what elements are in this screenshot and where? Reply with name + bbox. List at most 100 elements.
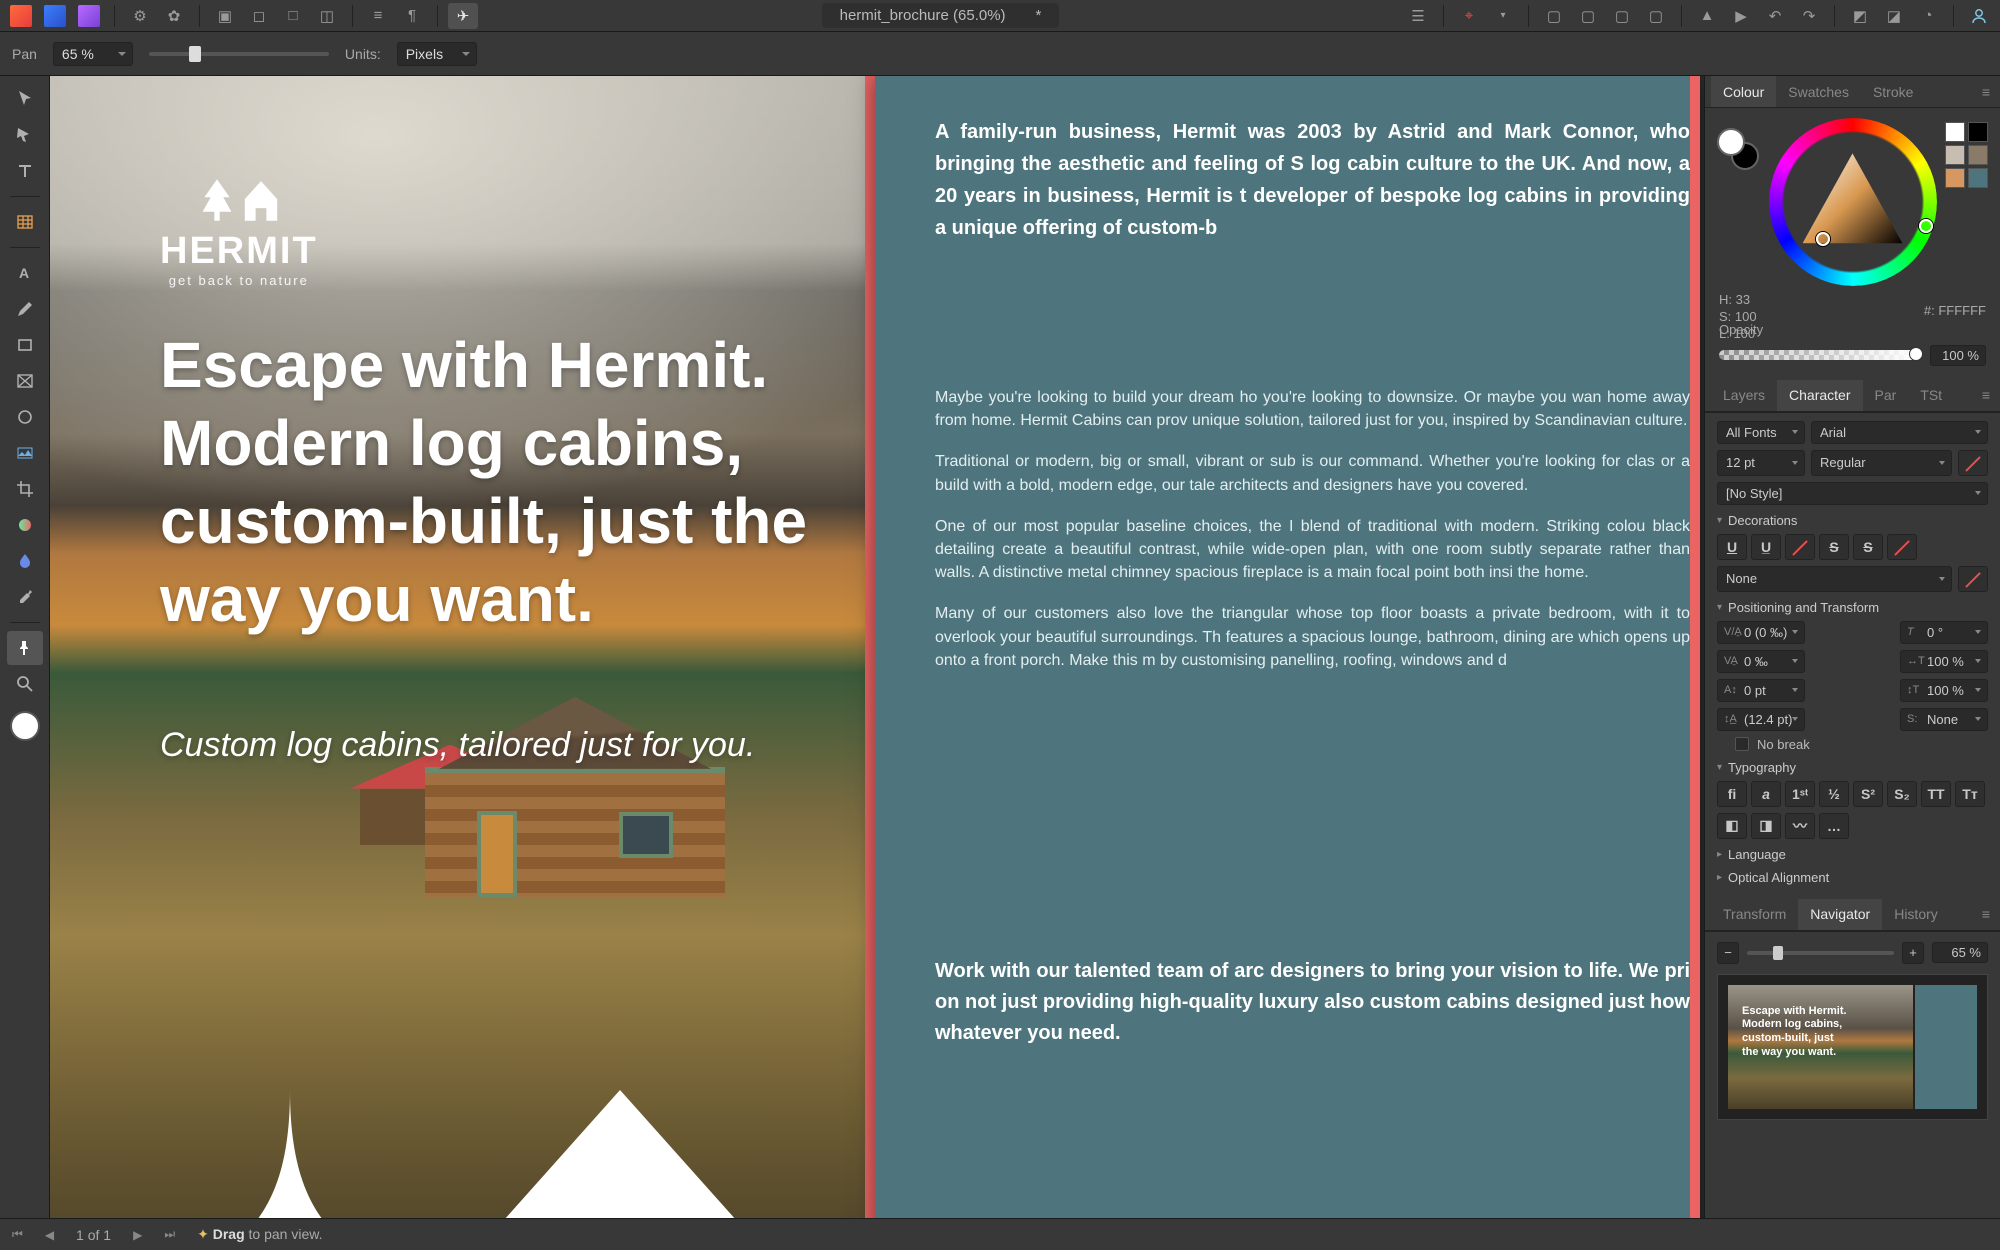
- underline-icon[interactable]: U: [1717, 534, 1747, 560]
- kerning-input[interactable]: VA̱0 ‰: [1717, 650, 1805, 673]
- place-image-tool-icon[interactable]: [7, 436, 43, 470]
- affinity-designer-icon[interactable]: [40, 3, 70, 29]
- table-tool-icon[interactable]: [7, 205, 43, 239]
- nav-zoom-slider[interactable]: [1747, 951, 1894, 955]
- typo-opt1-icon[interactable]: ◧: [1717, 813, 1747, 839]
- double-underline-icon[interactable]: U̲: [1751, 534, 1781, 560]
- account-icon[interactable]: [1964, 3, 1994, 29]
- vscale-input[interactable]: ↕T100 %: [1900, 679, 1988, 702]
- section-manager-icon[interactable]: ◪: [1879, 3, 1909, 29]
- zoom-input[interactable]: 65 %: [53, 42, 133, 66]
- ordinals-icon[interactable]: 1ˢᵗ: [1785, 781, 1815, 807]
- typo-opt3-icon[interactable]: 〰: [1785, 813, 1815, 839]
- fields-icon[interactable]: ☰: [1403, 3, 1433, 29]
- affinity-publisher-icon[interactable]: [6, 3, 36, 29]
- vector-crop-tool-icon[interactable]: [7, 472, 43, 506]
- help-icon[interactable]: ◔: [1913, 3, 1943, 29]
- baseline-input[interactable]: A↕0 pt: [1717, 679, 1805, 702]
- document-setup-icon[interactable]: ⚙: [125, 3, 155, 29]
- tab-paragraph[interactable]: Par: [1863, 380, 1909, 411]
- zoom-out-button[interactable]: −: [1717, 942, 1739, 964]
- hex-readout[interactable]: #: FFFFFF: [1719, 303, 1986, 318]
- section-language[interactable]: Language: [1717, 847, 1988, 862]
- first-page-icon[interactable]: ⏮: [12, 1227, 23, 1242]
- ligatures-icon[interactable]: fi: [1717, 781, 1747, 807]
- pen-tool-icon[interactable]: [7, 292, 43, 326]
- fill-tool-icon[interactable]: [7, 508, 43, 542]
- preferences-icon[interactable]: ✿: [159, 3, 189, 29]
- double-strike-icon[interactable]: S: [1853, 534, 1883, 560]
- text-tool-icon[interactable]: [7, 154, 43, 188]
- preview-mode-icon[interactable]: □: [278, 3, 308, 29]
- colour-picker-tool-icon[interactable]: [7, 580, 43, 614]
- navigator-preview[interactable]: Escape with Hermit. Modern log cabins, c…: [1717, 974, 1988, 1120]
- character-style-select[interactable]: [No Style]: [1717, 482, 1988, 505]
- canvas[interactable]: HERMIT get back to nature Escape with He…: [50, 76, 1704, 1218]
- tab-stroke[interactable]: Stroke: [1861, 76, 1925, 107]
- no-break-checkbox[interactable]: No break: [1735, 737, 1988, 752]
- tab-history[interactable]: History: [1882, 899, 1950, 930]
- snapping-icon[interactable]: ⌖: [1454, 3, 1484, 29]
- artistic-text-tool-icon[interactable]: A: [7, 256, 43, 290]
- panel-menu-icon[interactable]: ≡: [1972, 84, 2000, 100]
- tab-text-styles[interactable]: TSt: [1908, 380, 1954, 411]
- back-one-icon[interactable]: ▢: [1573, 3, 1603, 29]
- fractions-icon[interactable]: ½: [1819, 781, 1849, 807]
- prev-page-icon[interactable]: ◀: [45, 1228, 54, 1242]
- decoration-style-select[interactable]: None: [1717, 566, 1952, 592]
- all-caps-icon[interactable]: TT: [1921, 781, 1951, 807]
- font-size-input[interactable]: 12 pt: [1717, 450, 1805, 476]
- section-optical-alignment[interactable]: Optical Alignment: [1717, 870, 1988, 885]
- units-select[interactable]: Pixels: [397, 42, 477, 66]
- move-front-icon[interactable]: ▢: [1641, 3, 1671, 29]
- snapping-dropdown-icon[interactable]: ▾: [1488, 3, 1518, 29]
- section-typography[interactable]: Typography: [1717, 760, 1988, 775]
- font-collection-select[interactable]: All Fonts: [1717, 421, 1805, 444]
- opacity-slider[interactable]: [1719, 350, 1920, 360]
- strikethrough-icon[interactable]: S: [1819, 534, 1849, 560]
- next-page-icon[interactable]: ▶: [133, 1228, 142, 1242]
- baseline-grid-icon[interactable]: ≡: [363, 3, 393, 29]
- move-back-icon[interactable]: ▢: [1539, 3, 1569, 29]
- leading-input[interactable]: ↕A̲(12.4 pt): [1717, 708, 1805, 731]
- rectangle-tool-icon[interactable]: [7, 328, 43, 362]
- view-tool-icon[interactable]: [7, 631, 43, 665]
- zoom-slider[interactable]: [149, 52, 329, 56]
- tracking-input[interactable]: V/A̱0 (0 ‰): [1717, 621, 1805, 644]
- clip-canvas-icon[interactable]: ◻: [244, 3, 274, 29]
- flip-h-icon[interactable]: ▲: [1692, 3, 1722, 29]
- stylistic-set-select[interactable]: S:None: [1900, 708, 1988, 731]
- resource-manager-icon[interactable]: ◩: [1845, 3, 1875, 29]
- recent-swatches[interactable]: [1945, 122, 1988, 188]
- rotate-ccw-icon[interactable]: ↶: [1760, 3, 1790, 29]
- display-mode-icon[interactable]: ▣: [210, 3, 240, 29]
- nav-zoom-input[interactable]: 65 %: [1932, 942, 1988, 963]
- font-style-select[interactable]: Regular: [1811, 450, 1952, 476]
- flip-v-icon[interactable]: ▶: [1726, 3, 1756, 29]
- split-view-icon[interactable]: ◫: [312, 3, 342, 29]
- zoom-tool-icon[interactable]: [7, 667, 43, 701]
- move-tool-icon[interactable]: [7, 82, 43, 116]
- superscript-icon[interactable]: S²: [1853, 781, 1883, 807]
- opacity-input[interactable]: 100 %: [1930, 345, 1986, 366]
- rotate-cw-icon[interactable]: ↷: [1794, 3, 1824, 29]
- forward-one-icon[interactable]: ▢: [1607, 3, 1637, 29]
- panel-menu-icon[interactable]: ≡: [1972, 387, 2000, 403]
- zoom-in-button[interactable]: +: [1902, 942, 1924, 964]
- font-colour-none-icon[interactable]: [1958, 450, 1988, 476]
- ellipse-tool-icon[interactable]: [7, 400, 43, 434]
- section-decorations[interactable]: Decorations: [1717, 513, 1988, 528]
- transparency-tool-icon[interactable]: [7, 544, 43, 578]
- tab-colour[interactable]: Colour: [1711, 76, 1776, 107]
- subscript-icon[interactable]: S₂: [1887, 781, 1917, 807]
- panel-menu-icon[interactable]: ≡: [1972, 906, 2000, 922]
- colour-wheel[interactable]: [1769, 118, 1937, 286]
- affinity-photo-icon[interactable]: [74, 3, 104, 29]
- strike-none-icon[interactable]: [1887, 534, 1917, 560]
- underline-none-icon[interactable]: [1785, 534, 1815, 560]
- tab-layers[interactable]: Layers: [1711, 380, 1777, 411]
- typo-opt2-icon[interactable]: ◨: [1751, 813, 1781, 839]
- node-tool-icon[interactable]: [7, 118, 43, 152]
- tab-navigator[interactable]: Navigator: [1798, 899, 1882, 930]
- text-flow-icon[interactable]: ¶: [397, 3, 427, 29]
